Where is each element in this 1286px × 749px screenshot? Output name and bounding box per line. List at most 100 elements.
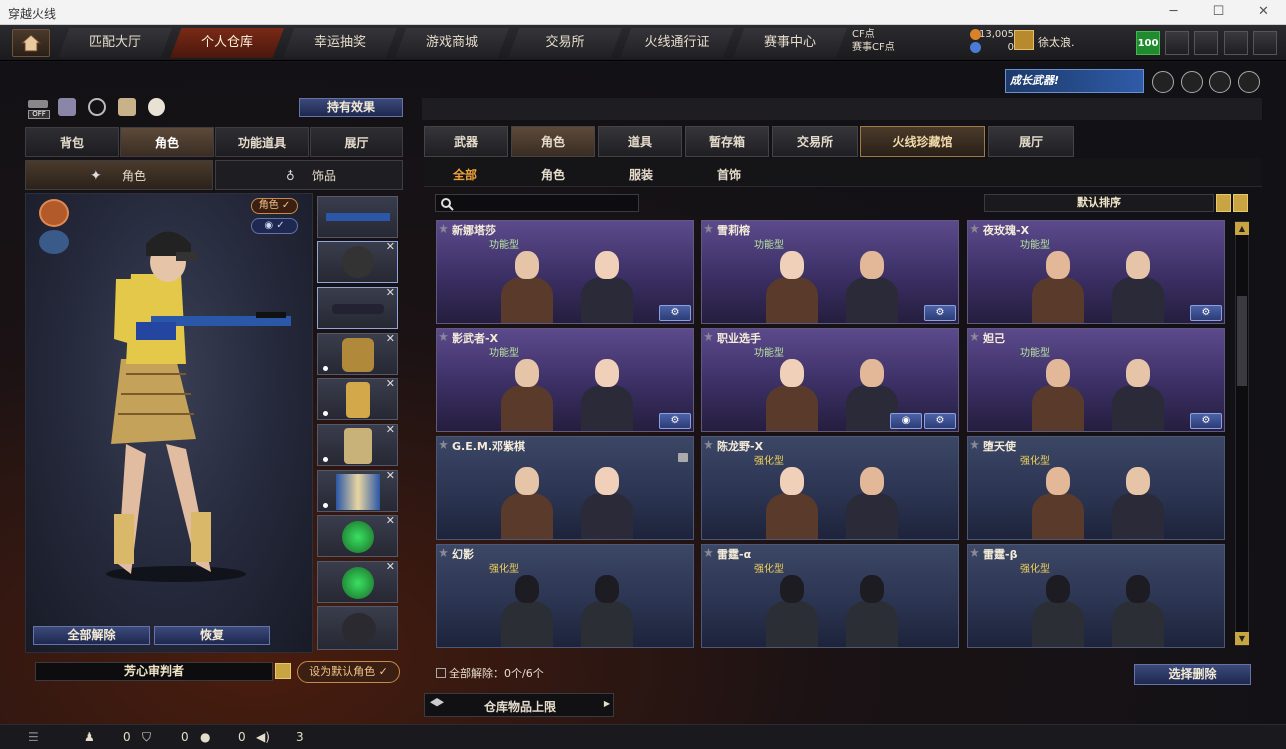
character-card[interactable]: 影武者-X 功能型 ⚙ — [436, 328, 694, 432]
remove-icon[interactable]: ✕ — [386, 514, 395, 527]
right-tab-4[interactable]: 交易所 — [772, 126, 858, 157]
off-toggle[interactable]: OFF — [28, 98, 50, 120]
favorite-star-icon[interactable] — [704, 440, 713, 449]
favorite-star-icon[interactable] — [704, 548, 713, 557]
favorite-star-icon[interactable] — [970, 548, 979, 557]
favorite-star-icon[interactable] — [970, 224, 979, 233]
remove-icon[interactable]: ✕ — [386, 423, 395, 436]
rotate-icon[interactable] — [88, 98, 106, 116]
right-tab-5[interactable]: 火线珍藏馆 — [860, 126, 985, 157]
left-tab-2[interactable]: 功能道具 — [215, 127, 309, 157]
character-card[interactable]: 陈龙野-X 强化型 — [701, 436, 959, 540]
remove-icon[interactable]: ✕ — [386, 469, 395, 482]
character-card[interactable]: G.E.M.邓紫棋 — [436, 436, 694, 540]
chat-icon[interactable]: ● — [200, 730, 210, 744]
nav-tab-2[interactable]: 幸运抽奖 — [283, 28, 397, 58]
card-settings-icon[interactable]: ⚙ — [659, 413, 691, 429]
rocket-icon[interactable] — [1209, 71, 1231, 93]
left-tab-1[interactable]: 角色 — [120, 127, 214, 157]
target-icon[interactable] — [1181, 71, 1203, 93]
right-tab-6[interactable]: 展厅 — [988, 126, 1074, 157]
equip-slot-helmet[interactable]: ✕ — [317, 240, 398, 283]
home-button[interactable] — [12, 29, 50, 57]
role-pill[interactable]: 角色 ✓ — [251, 198, 298, 214]
sort-list-icon[interactable] — [1216, 194, 1231, 212]
equip-slot-gloves[interactable]: ✕ — [317, 332, 398, 375]
badge-icon[interactable] — [1152, 71, 1174, 93]
card-settings-icon[interactable]: ⚙ — [659, 305, 691, 321]
card-settings-icon[interactable]: ⚙ — [924, 413, 956, 429]
card-settings-icon[interactable]: ⚙ — [1190, 413, 1222, 429]
growth-weapon-banner[interactable]: 成长武器! — [1005, 69, 1144, 93]
character-card[interactable]: 堕天使 强化型 — [967, 436, 1225, 540]
sort-order-icon[interactable] — [1233, 194, 1248, 212]
equip-slot-emblem-1[interactable]: ✕ — [317, 514, 398, 557]
equip-slot-glasses[interactable]: ✕ — [317, 286, 398, 329]
gear-icon[interactable] — [1224, 31, 1248, 55]
character-card[interactable]: 夜玫瑰-X 功能型 ⚙ — [967, 220, 1225, 324]
shield-icon[interactable] — [1165, 31, 1189, 55]
right-tab-3[interactable]: 暂存箱 — [685, 126, 769, 157]
wing-icon[interactable] — [1238, 71, 1260, 93]
list-icon[interactable] — [275, 663, 291, 679]
character-card[interactable]: 妲己 功能型 ⚙ — [967, 328, 1225, 432]
stats-icon[interactable] — [58, 98, 76, 116]
pose-icon[interactable] — [118, 98, 136, 116]
right-subtab-0[interactable]: 全部 — [453, 166, 477, 183]
character-card[interactable]: 雪莉榕 功能型 ⚙ — [701, 220, 959, 324]
right-subtab-2[interactable]: 服装 — [629, 166, 653, 183]
character-card[interactable]: 新娜塔莎 功能型 ⚙ — [436, 220, 694, 324]
card-settings-icon[interactable]: ⚙ — [1190, 305, 1222, 321]
volume-icon[interactable]: ◀) — [256, 730, 270, 744]
select-delete-button[interactable]: 选择删除 — [1134, 664, 1251, 685]
wings-icon[interactable] — [39, 199, 69, 227]
right-subtab-1[interactable]: 角色 — [541, 166, 565, 183]
character-card[interactable]: 雷霆-α 强化型 — [701, 544, 959, 648]
friends-icon[interactable]: ♟ — [84, 730, 95, 744]
favorite-star-icon[interactable] — [970, 332, 979, 341]
search-input[interactable] — [456, 196, 636, 210]
cf-coin-icon[interactable] — [970, 29, 981, 40]
remove-icon[interactable]: ✕ — [386, 240, 395, 253]
release-all-button[interactable]: 全部解除 — [33, 626, 150, 645]
right-tab-2[interactable]: 道具 — [598, 126, 682, 157]
scroll-down-icon[interactable]: ▼ — [1235, 632, 1249, 645]
sort-dropdown[interactable]: 默认排序 — [984, 194, 1214, 212]
character-preview[interactable]: 角色 ✓ ◉ ✓ 全部解除 恢复 — [25, 193, 313, 653]
power-icon[interactable] — [1253, 31, 1277, 55]
avatar[interactable] — [1014, 30, 1034, 50]
nav-tab-0[interactable]: 匹配大厅 — [58, 28, 172, 58]
search-box[interactable] — [435, 194, 639, 212]
level-badge[interactable]: 100 — [1136, 31, 1160, 55]
remove-icon[interactable]: ✕ — [386, 332, 395, 345]
favorite-star-icon[interactable] — [439, 332, 448, 341]
remove-icon[interactable]: ✕ — [386, 560, 395, 573]
left-tab-3[interactable]: 展厅 — [310, 127, 403, 157]
owned-effect-button[interactable]: 持有效果 — [299, 98, 403, 117]
equip-slot-weapon[interactable] — [317, 196, 398, 238]
menu-icon[interactable]: ☰ — [28, 730, 39, 744]
favorite-star-icon[interactable] — [704, 224, 713, 233]
guild-icon[interactable]: ⛉ — [142, 730, 151, 745]
scrollbar[interactable] — [1235, 221, 1249, 646]
subtab-accessory[interactable]: ♁ 饰品 — [215, 160, 403, 190]
storage-limit-button[interactable]: 仓库物品上限 ▶ — [424, 693, 614, 717]
nav-tab-3[interactable]: 游戏商城 — [395, 28, 509, 58]
scroll-up-icon[interactable]: ▲ — [1235, 222, 1249, 235]
favorite-star-icon[interactable] — [439, 440, 448, 449]
subtab-character[interactable]: ✦ 角色 — [25, 160, 213, 190]
favorite-star-icon[interactable] — [970, 440, 979, 449]
equip-slot-emblem-2[interactable]: ✕ — [317, 560, 398, 603]
right-subtab-3[interactable]: 首饰 — [717, 166, 741, 183]
nav-tab-5[interactable]: 火线通行证 — [620, 28, 734, 58]
character-card[interactable]: 职业选手 功能型 ⚙ ◉ — [701, 328, 959, 432]
remove-icon[interactable]: ✕ — [386, 377, 395, 390]
refresh-icon[interactable] — [970, 42, 981, 53]
set-default-character-button[interactable]: 设为默认角色 ✓ — [297, 661, 400, 683]
minimize-button[interactable]: ─ — [1151, 0, 1196, 25]
equip-slot-empty[interactable] — [317, 606, 398, 650]
left-tab-0[interactable]: 背包 — [25, 127, 119, 157]
equip-slot-pants[interactable]: ✕ — [317, 469, 398, 512]
close-button[interactable]: ✕ — [1241, 0, 1286, 25]
card-settings-icon[interactable]: ⚙ — [924, 305, 956, 321]
